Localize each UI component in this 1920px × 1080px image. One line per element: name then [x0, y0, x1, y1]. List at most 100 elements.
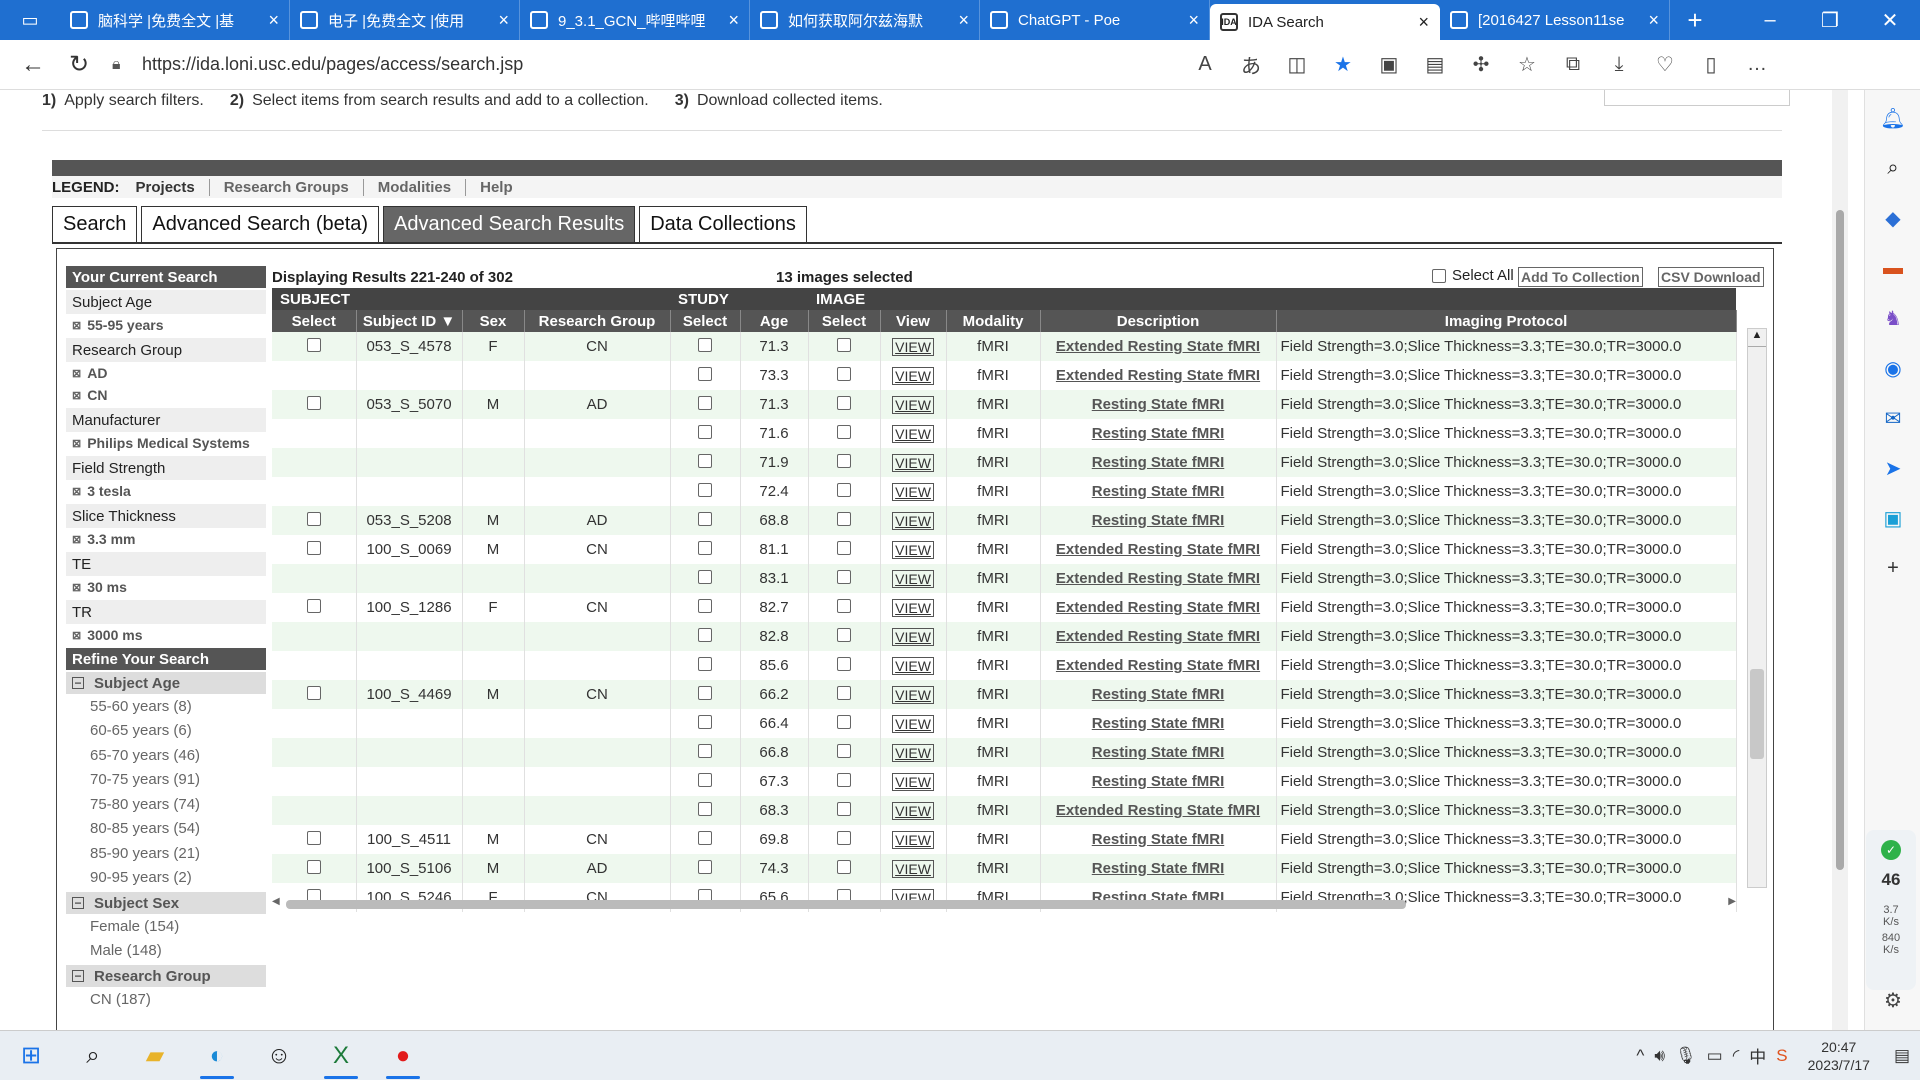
subject-select-checkbox[interactable] [306, 859, 321, 874]
search-icon[interactable]: ⌕ [62, 1031, 124, 1080]
wifi-icon[interactable]: ◜ [1733, 1046, 1740, 1066]
view-button[interactable]: VIEW [892, 453, 934, 472]
description-link[interactable]: Resting State fMRI [1092, 773, 1225, 790]
microphone-icon[interactable]: 🎙︎ [1675, 1046, 1697, 1066]
tab-close-icon[interactable]: × [268, 10, 279, 31]
remove-filter-icon[interactable]: ⊠ [72, 437, 81, 450]
study-select-checkbox[interactable] [698, 859, 713, 874]
restore-icon[interactable]: ❐ [1800, 0, 1860, 40]
remove-filter-icon[interactable]: ⊠ [72, 367, 81, 380]
tab-close-icon[interactable]: × [498, 10, 509, 31]
collapse-minus-icon[interactable]: − [72, 897, 84, 909]
view-button[interactable]: VIEW [892, 859, 934, 878]
url-bar[interactable]: 🔒︎ https://ida.loni.usc.edu/pages/access… [112, 47, 1152, 83]
windows-start-icon[interactable]: ⊞ [0, 1031, 62, 1080]
description-link[interactable]: Resting State fMRI [1092, 831, 1225, 848]
horizontal-scroll-thumb[interactable] [286, 900, 1406, 909]
app-avatar-icon[interactable]: ☺ [248, 1031, 310, 1080]
description-link[interactable]: Extended Resting State fMRI [1056, 628, 1260, 645]
image-select-checkbox[interactable] [837, 569, 852, 584]
file-explorer-icon[interactable]: ▰ [124, 1031, 186, 1080]
image-select-checkbox[interactable] [837, 656, 852, 671]
image-select-checkbox[interactable] [837, 743, 852, 758]
refine-option[interactable]: CN (187) [66, 987, 266, 1012]
send-icon[interactable]: ➤ [1879, 454, 1907, 482]
description-link[interactable]: Extended Resting State fMRI [1056, 367, 1260, 384]
table-horizontal-scrollbar[interactable]: ◀ ▶ [272, 896, 1736, 912]
description-link[interactable]: Resting State fMRI [1092, 860, 1225, 877]
tab-search[interactable]: Search [52, 206, 138, 242]
settings-gear-icon[interactable]: ⚙ [1879, 986, 1907, 1014]
refine-group[interactable]: − Research Group [66, 965, 266, 987]
description-link[interactable]: Resting State fMRI [1092, 512, 1225, 529]
study-select-checkbox[interactable] [698, 366, 713, 381]
tab-close-icon[interactable]: × [1648, 10, 1659, 31]
view-button[interactable]: VIEW [892, 395, 934, 414]
office-icon[interactable]: ◉ [1879, 354, 1907, 382]
favorites-icon[interactable]: ☆ [1504, 45, 1550, 85]
scroll-left-arrow-icon[interactable]: ◀ [272, 896, 280, 907]
browser-tab[interactable]: 脑科学 |免费全文 |基 × [60, 0, 290, 40]
refresh-icon[interactable]: ↻ [56, 45, 102, 85]
description-link[interactable]: Resting State fMRI [1092, 686, 1225, 703]
browser-tab[interactable]: 如何获取阿尔兹海默 × [750, 0, 980, 40]
study-select-checkbox[interactable] [698, 714, 713, 729]
remove-filter-icon[interactable]: ⊠ [72, 389, 81, 402]
view-button[interactable]: VIEW [892, 511, 934, 530]
split-screen-icon[interactable]: ◫ [1274, 45, 1320, 85]
excel-icon[interactable]: X [310, 1031, 372, 1080]
image-select-checkbox[interactable] [837, 366, 852, 381]
browser-tab[interactable]: 9_3.1_GCN_哔哩哔哩 × [520, 0, 750, 40]
view-button[interactable]: VIEW [892, 598, 934, 617]
view-button[interactable]: VIEW [892, 685, 934, 704]
refine-group[interactable]: − Subject Age [66, 672, 266, 694]
legend-research-groups-link[interactable]: Research Groups [208, 178, 363, 196]
study-select-checkbox[interactable] [698, 424, 713, 439]
collapse-minus-icon[interactable]: − [72, 677, 84, 689]
browser-tab[interactable]: [2016427 Lesson11se × [1440, 0, 1670, 40]
image-select-checkbox[interactable] [837, 801, 852, 816]
puzzle-icon[interactable]: ✣ [1458, 45, 1504, 85]
refine-option[interactable]: Male (148) [66, 939, 266, 964]
image-select-checkbox[interactable] [837, 424, 852, 439]
scroll-right-arrow-icon[interactable]: ▶ [1728, 896, 1736, 907]
search-icon[interactable]: ⌕ [1879, 154, 1907, 182]
description-link[interactable]: Resting State fMRI [1092, 744, 1225, 761]
edge-browser-icon[interactable]: ◐ [186, 1031, 248, 1080]
refine-option[interactable]: Female (154) [66, 914, 266, 939]
lock-icon[interactable]: 🔒︎ [112, 56, 142, 74]
subject-select-checkbox[interactable] [306, 395, 321, 410]
minimize-icon[interactable]: – [1740, 0, 1800, 40]
tab-advanced-search[interactable]: Advanced Search (beta) [141, 206, 380, 242]
translate-icon[interactable]: あ [1228, 45, 1274, 85]
browser-tab[interactable]: 电子 |免费全文 |使用 × [290, 0, 520, 40]
subject-select-checkbox[interactable] [306, 685, 321, 700]
description-link[interactable]: Extended Resting State fMRI [1056, 338, 1260, 355]
study-select-checkbox[interactable] [698, 685, 713, 700]
study-select-checkbox[interactable] [698, 453, 713, 468]
image-select-checkbox[interactable] [837, 540, 852, 555]
description-link[interactable]: Resting State fMRI [1092, 396, 1225, 413]
collapse-minus-icon[interactable]: − [72, 970, 84, 982]
collections-icon[interactable]: ⧉ [1550, 45, 1596, 85]
favorite-star-icon[interactable]: ★ [1320, 45, 1366, 85]
close-window-icon[interactable]: ✕ [1860, 0, 1920, 40]
study-select-checkbox[interactable] [698, 395, 713, 410]
back-arrow-icon[interactable]: ← [10, 45, 56, 85]
description-link[interactable]: Extended Resting State fMRI [1056, 599, 1260, 616]
bell-icon[interactable]: 🔔︎ [1879, 104, 1907, 132]
image-select-checkbox[interactable] [837, 598, 852, 613]
legend-modalities-link[interactable]: Modalities [362, 178, 465, 196]
image-select-checkbox[interactable] [837, 859, 852, 874]
battery-icon[interactable]: ▭ [1707, 1046, 1723, 1066]
view-button[interactable]: VIEW [892, 627, 934, 646]
volume-icon[interactable]: 🔊︎ [1654, 1046, 1665, 1066]
description-link[interactable]: Resting State fMRI [1092, 454, 1225, 471]
subject-select-checkbox[interactable] [306, 337, 321, 352]
notification-icon[interactable]: ▤ [1894, 1046, 1910, 1066]
document-icon[interactable]: ▤ [1412, 45, 1458, 85]
refine-option[interactable]: 65-70 years (46) [66, 743, 266, 768]
description-link[interactable]: Extended Resting State fMRI [1056, 570, 1260, 587]
image-select-checkbox[interactable] [837, 627, 852, 642]
add-to-collection-button[interactable]: Add To Collection [1518, 267, 1643, 287]
